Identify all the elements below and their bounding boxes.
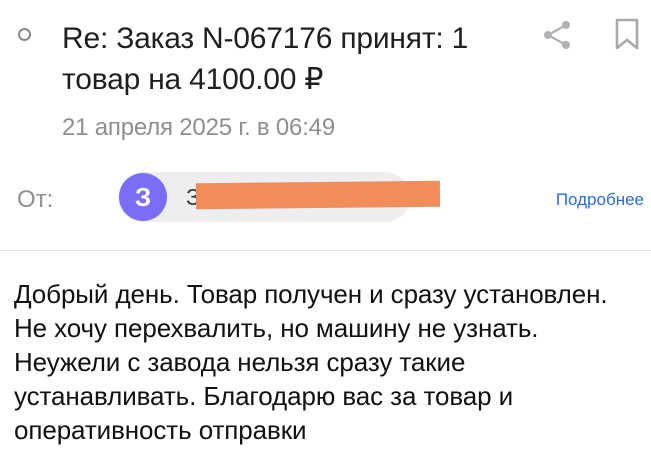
bookmark-icon[interactable] [612, 16, 642, 52]
email-view: Re: Заказ N-067176 принят: 1 товар на 41… [0, 0, 651, 458]
header-divider [0, 250, 651, 251]
email-date: 21 апреля 2025 г. в 06:49 [62, 114, 335, 141]
details-link[interactable]: Подробнее [556, 190, 644, 210]
redaction-mark [195, 180, 441, 210]
unread-dot-icon[interactable] [18, 28, 31, 41]
message-body: Добрый день. Товар получен и сразу устан… [14, 279, 608, 445]
share-icon[interactable] [540, 18, 574, 52]
from-label: От: [17, 186, 54, 213]
email-subject: Re: Заказ N-067176 принят: 1 товар на 41… [62, 22, 469, 96]
avatar: З [119, 173, 167, 221]
